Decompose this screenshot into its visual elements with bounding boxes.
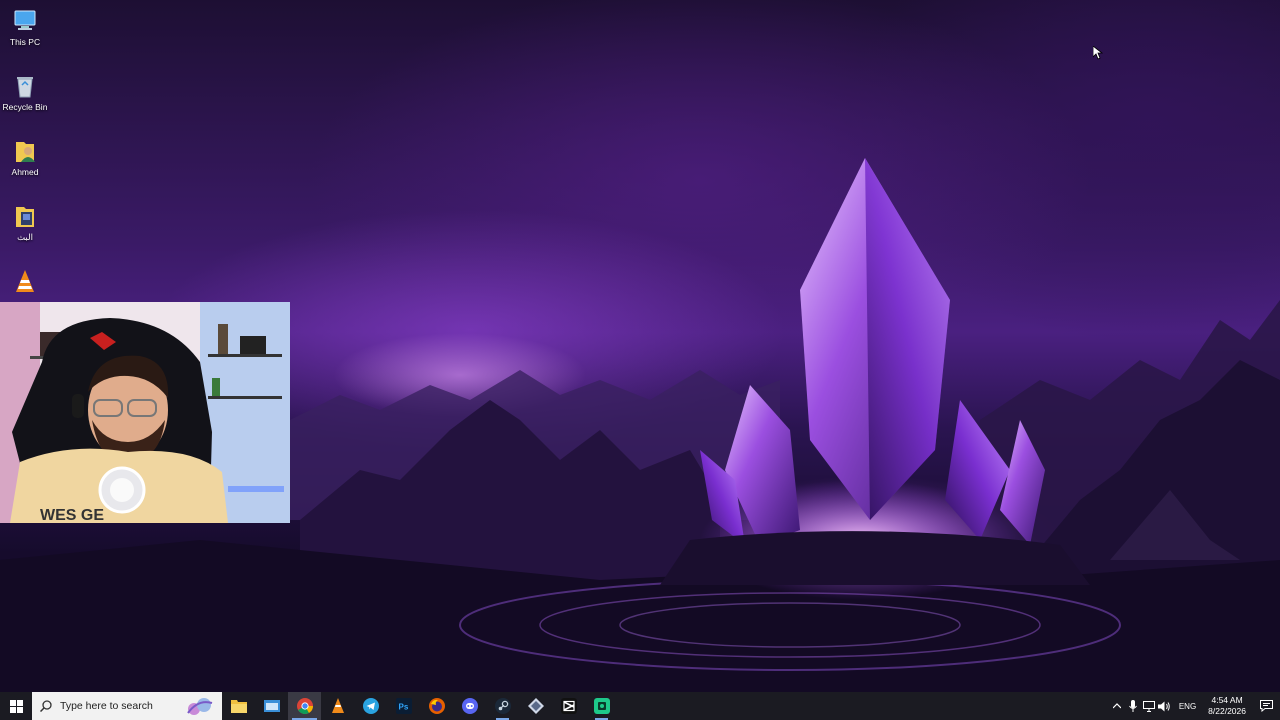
system-tray: ENG 4:54 AM 8/22/2026: [1109, 692, 1280, 720]
clock-time: 4:54 AM: [1211, 695, 1243, 705]
chrome-icon: [296, 698, 313, 714]
webcam-overlay: WES GE: [0, 302, 290, 523]
telegram-icon: [362, 698, 379, 714]
desktop-icon-label: Ahmed: [11, 167, 39, 177]
taskbar-search-box[interactable]: Type here to search: [32, 692, 222, 720]
windows-icon: [9, 699, 23, 713]
taskbar-app-file-explorer[interactable]: [222, 692, 255, 720]
folder-icon: [230, 700, 247, 713]
search-highlight-icon: [187, 698, 213, 715]
search-icon: [40, 700, 52, 712]
taskbar-app-photoshop[interactable]: Ps: [387, 692, 420, 720]
green-app-icon: [593, 698, 610, 714]
tray-language[interactable]: ENG: [1173, 702, 1202, 711]
taskbar-app-vlc[interactable]: [321, 692, 354, 720]
mouse-cursor: [1092, 45, 1104, 65]
webcam-feed: WES GE: [0, 302, 290, 523]
taskbar-app-window[interactable]: [255, 692, 288, 720]
taskbar-app-discord[interactable]: [453, 692, 486, 720]
desktop-icon-recycle-bin[interactable]: Recycle Bin: [2, 73, 48, 112]
vlc-icon: [331, 698, 344, 713]
desktop-icon-label: This PC: [9, 37, 41, 47]
taskbar-app-steam[interactable]: [486, 692, 519, 720]
search-placeholder: Type here to search: [60, 700, 153, 712]
taskbar-app-chrome[interactable]: [288, 692, 321, 720]
clock-date: 8/22/2026: [1208, 706, 1246, 716]
capcut-icon: [560, 698, 577, 714]
tray-clock[interactable]: 4:54 AM 8/22/2026: [1202, 695, 1252, 717]
notification-center-button[interactable]: [1252, 692, 1280, 720]
discord-icon: [461, 698, 478, 714]
svg-text:Ps: Ps: [398, 703, 408, 712]
desktop-icon-ahmed[interactable]: Ahmed: [2, 138, 48, 177]
volume-icon: [1158, 701, 1171, 711]
chevron-up-icon: [1112, 703, 1121, 709]
tray-volume[interactable]: [1157, 692, 1173, 720]
taskbar-app-telegram[interactable]: [354, 692, 387, 720]
tray-microphone[interactable]: [1125, 692, 1141, 720]
tray-overflow-chevron[interactable]: [1109, 692, 1125, 720]
vlc-icon: [12, 268, 38, 294]
desktop-icon-label: البث: [17, 232, 33, 242]
folder-icon: [12, 203, 38, 229]
network-icon: [1142, 700, 1155, 712]
this-pc-icon: [12, 8, 38, 34]
taskbar: Type here to search Ps ENG 4:54 AM 8/22/…: [0, 692, 1280, 720]
user-folder-icon: [12, 138, 38, 164]
desktop-icon-stream-folder[interactable]: البث: [2, 203, 48, 242]
notification-icon: [1259, 700, 1273, 712]
desktop-icon-label: Recycle Bin: [2, 102, 48, 112]
diamond-icon: [527, 698, 544, 714]
firefox-icon: [428, 698, 445, 714]
desktop-icon-this-pc[interactable]: This PC: [2, 8, 48, 47]
photoshop-icon: Ps: [395, 698, 412, 714]
desktop-icon-vlc[interactable]: [2, 268, 48, 297]
shirt-text: WES GE: [40, 507, 104, 523]
window-icon: [263, 700, 280, 712]
taskbar-app-capcut[interactable]: [552, 692, 585, 720]
start-button[interactable]: [0, 692, 32, 720]
taskbar-app-green[interactable]: [585, 692, 618, 720]
steam-icon: [494, 698, 511, 714]
taskbar-app-firefox[interactable]: [420, 692, 453, 720]
recycle-bin-icon: [12, 73, 38, 99]
microphone-icon: [1128, 700, 1137, 712]
taskbar-app-diamond[interactable]: [519, 692, 552, 720]
tray-network[interactable]: [1141, 692, 1157, 720]
